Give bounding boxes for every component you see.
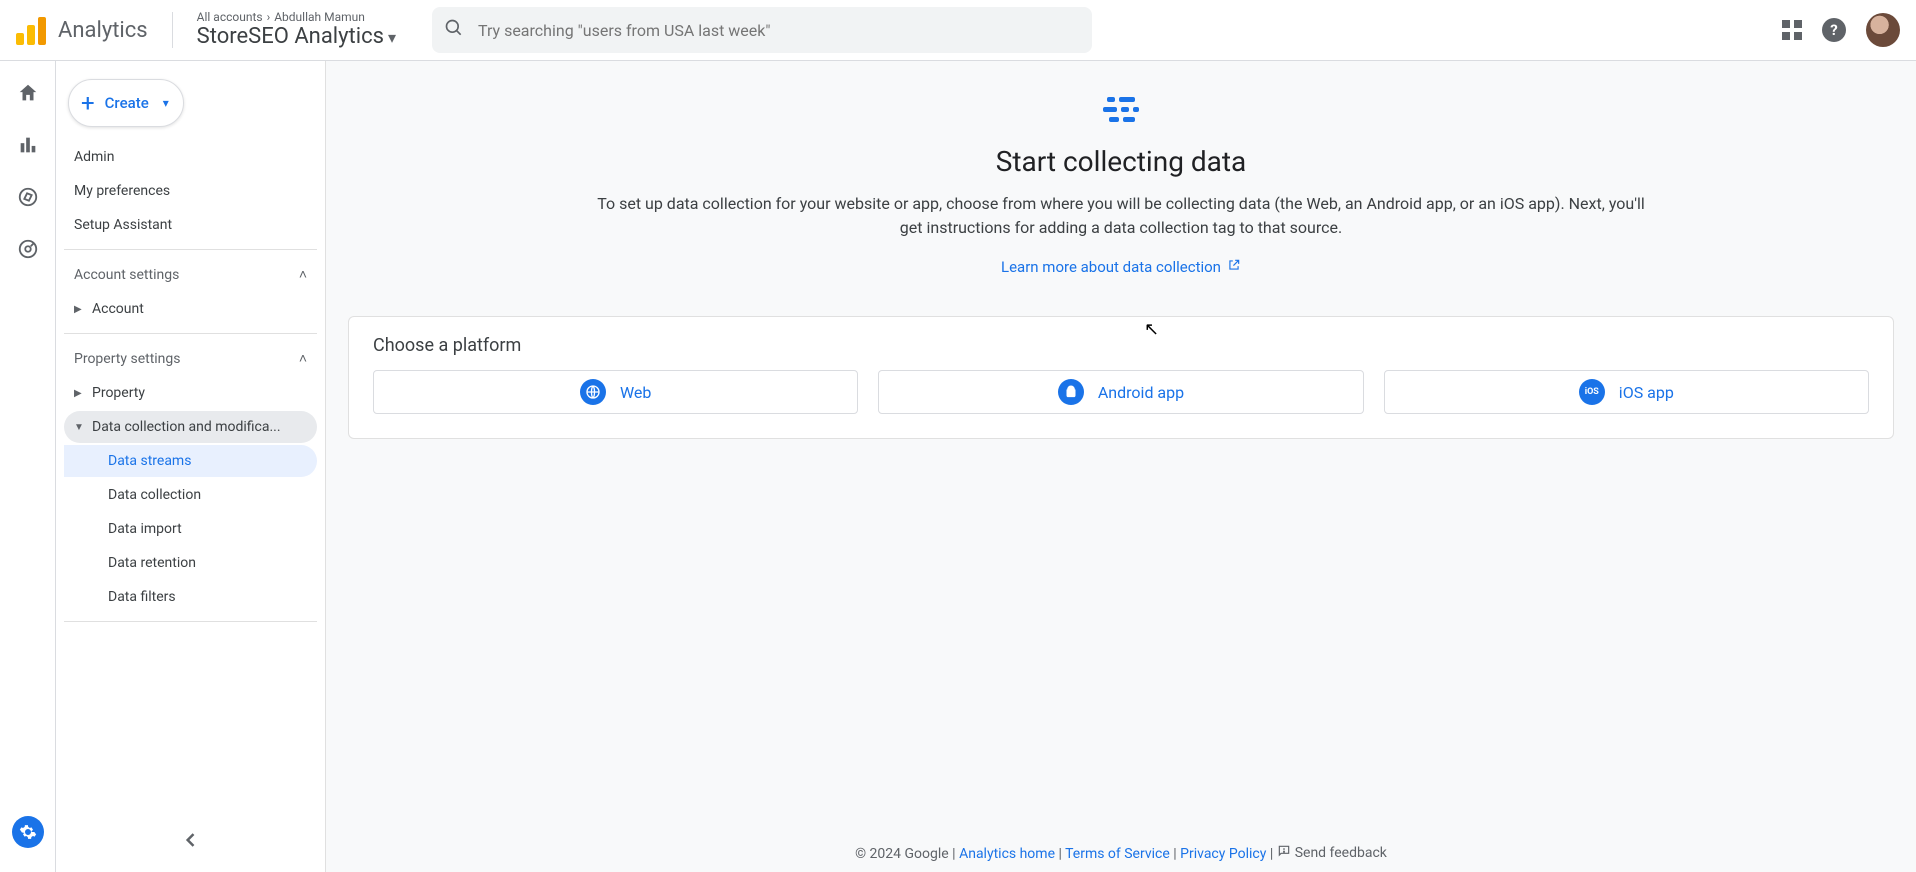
- help-icon[interactable]: ?: [1822, 18, 1846, 42]
- collapse-sidebar-icon[interactable]: [173, 822, 209, 862]
- group-label: Account settings: [74, 267, 179, 283]
- property-name: StoreSEO Analytics: [197, 24, 384, 50]
- caret-down-icon: ▾: [163, 96, 169, 110]
- nav-rail: [0, 61, 56, 872]
- header-actions: ?: [1782, 13, 1900, 47]
- data-stream-icon: [1101, 91, 1141, 131]
- divider: [64, 249, 317, 250]
- subnav-data-filters[interactable]: Data filters: [64, 581, 317, 613]
- external-link-icon: [1227, 258, 1241, 276]
- product-name: Analytics: [58, 18, 148, 43]
- sidebar-item-admin[interactable]: Admin: [64, 141, 317, 173]
- tree-label: Property: [92, 385, 145, 401]
- platform-android-label: Android app: [1098, 383, 1184, 402]
- admin-gear-icon[interactable]: [12, 816, 44, 848]
- copyright: © 2024 Google: [855, 846, 949, 862]
- ios-icon: iOS: [1579, 379, 1605, 405]
- learn-more-text: Learn more about data collection: [1001, 258, 1221, 276]
- platform-web-label: Web: [620, 383, 651, 402]
- page-title: Start collecting data: [996, 145, 1247, 178]
- group-label: Property settings: [74, 351, 181, 367]
- breadcrumb-accounts: All accounts: [197, 10, 263, 24]
- subnav-data-streams[interactable]: Data streams: [64, 445, 317, 477]
- sidebar-item-setup-assistant[interactable]: Setup Assistant: [64, 209, 317, 241]
- chevron-up-icon: ˄: [299, 350, 307, 367]
- tree-item-property[interactable]: ▶ Property: [64, 377, 317, 409]
- divider: [64, 333, 317, 334]
- subnav-data-retention[interactable]: Data retention: [64, 547, 317, 579]
- platform-ios-button[interactable]: iOS iOS app: [1384, 370, 1869, 414]
- search-input[interactable]: [478, 21, 1080, 40]
- page-description: To set up data collection for your websi…: [591, 192, 1651, 240]
- chevron-right-icon: ›: [267, 10, 271, 24]
- create-label: Create: [105, 94, 149, 112]
- subnav-data-import[interactable]: Data import: [64, 513, 317, 545]
- search-bar[interactable]: [432, 7, 1092, 53]
- choose-platform-title: Choose a platform: [373, 335, 1869, 356]
- tree-item-data-collection-mod[interactable]: ▼ Data collection and modifica...: [64, 411, 317, 443]
- logo[interactable]: Analytics: [16, 15, 148, 45]
- android-icon: [1058, 379, 1084, 405]
- arrow-right-icon: ▶: [74, 304, 86, 315]
- sidebar-item-preferences[interactable]: My preferences: [64, 175, 317, 207]
- app-header: Analytics All accounts › Abdullah Mamun …: [0, 0, 1916, 61]
- platform-web-button[interactable]: Web: [373, 370, 858, 414]
- divider: [64, 621, 317, 622]
- feedback-icon: [1277, 844, 1291, 862]
- footer-link-tos[interactable]: Terms of Service: [1065, 846, 1170, 862]
- admin-sidebar: + Create ▾ Admin My preferences Setup As…: [56, 61, 326, 872]
- learn-more-link[interactable]: Learn more about data collection: [1001, 258, 1241, 276]
- platform-android-button[interactable]: Android app: [878, 370, 1363, 414]
- chevron-up-icon: ˄: [299, 266, 307, 283]
- divider: [172, 12, 173, 48]
- reports-icon[interactable]: [16, 133, 40, 157]
- breadcrumb: All accounts › Abdullah Mamun: [197, 10, 396, 24]
- platform-card: Choose a platform Web Android app iOS iO…: [348, 316, 1894, 439]
- send-feedback-button[interactable]: Send feedback: [1277, 844, 1387, 862]
- breadcrumb-user: Abdullah Mamun: [274, 10, 365, 24]
- globe-icon: [580, 379, 606, 405]
- tree-label: Account: [92, 301, 144, 317]
- advertising-icon[interactable]: [16, 237, 40, 261]
- group-property-settings[interactable]: Property settings ˄: [64, 342, 317, 375]
- avatar[interactable]: [1866, 13, 1900, 47]
- group-account-settings[interactable]: Account settings ˄: [64, 258, 317, 291]
- platform-ios-label: iOS app: [1619, 383, 1674, 402]
- footer-link-privacy[interactable]: Privacy Policy: [1180, 846, 1266, 862]
- caret-down-icon: ▾: [388, 28, 396, 47]
- feedback-label: Send feedback: [1295, 845, 1387, 861]
- apps-icon[interactable]: [1782, 20, 1802, 40]
- search-icon: [444, 18, 464, 42]
- tree-item-account[interactable]: ▶ Account: [64, 293, 317, 325]
- plus-icon: +: [81, 91, 95, 115]
- footer-link-home[interactable]: Analytics home: [959, 846, 1055, 862]
- analytics-logo-icon: [16, 15, 46, 45]
- subnav-data-collection[interactable]: Data collection: [64, 479, 317, 511]
- account-switcher[interactable]: All accounts › Abdullah Mamun StoreSEO A…: [197, 10, 396, 51]
- create-button[interactable]: + Create ▾: [68, 79, 184, 127]
- footer: © 2024 Google | Analytics home | Terms o…: [326, 844, 1916, 862]
- arrow-down-icon: ▼: [74, 422, 86, 433]
- arrow-right-icon: ▶: [74, 388, 86, 399]
- explore-icon[interactable]: [16, 185, 40, 209]
- tree-label: Data collection and modifica...: [92, 419, 281, 435]
- main-content: Start collecting data To set up data col…: [326, 61, 1916, 872]
- home-icon[interactable]: [16, 81, 40, 105]
